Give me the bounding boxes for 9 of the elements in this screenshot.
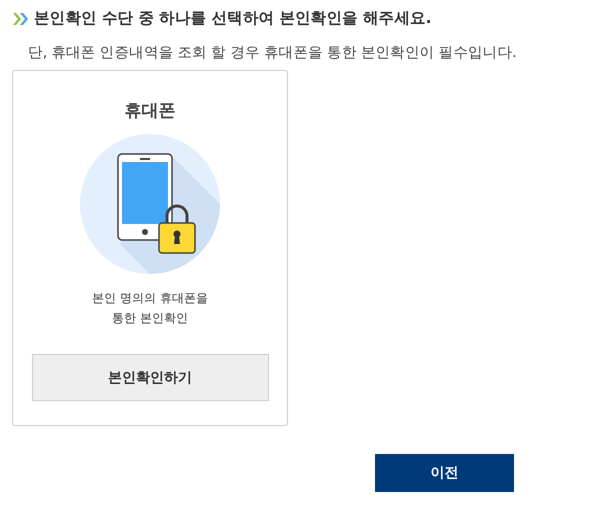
verify-button[interactable]: 본인확인하기 xyxy=(32,354,268,401)
chevrons-icon xyxy=(12,12,30,26)
phone-lock-icon xyxy=(80,134,220,274)
card-title: 휴대폰 xyxy=(124,100,176,122)
description-line: 본인 명의의 휴대폰을 xyxy=(92,290,208,307)
notice-text: 단, 휴대폰 인증내역을 조회 할 경우 휴대폰을 통한 본인확인이 필수입니다. xyxy=(28,44,518,62)
back-button[interactable]: 이전 xyxy=(375,454,514,492)
heading: 본인확인 수단 중 하나를 선택하여 본인확인을 해주세요. xyxy=(34,8,432,29)
description-line: 통한 본인확인 xyxy=(112,310,188,327)
